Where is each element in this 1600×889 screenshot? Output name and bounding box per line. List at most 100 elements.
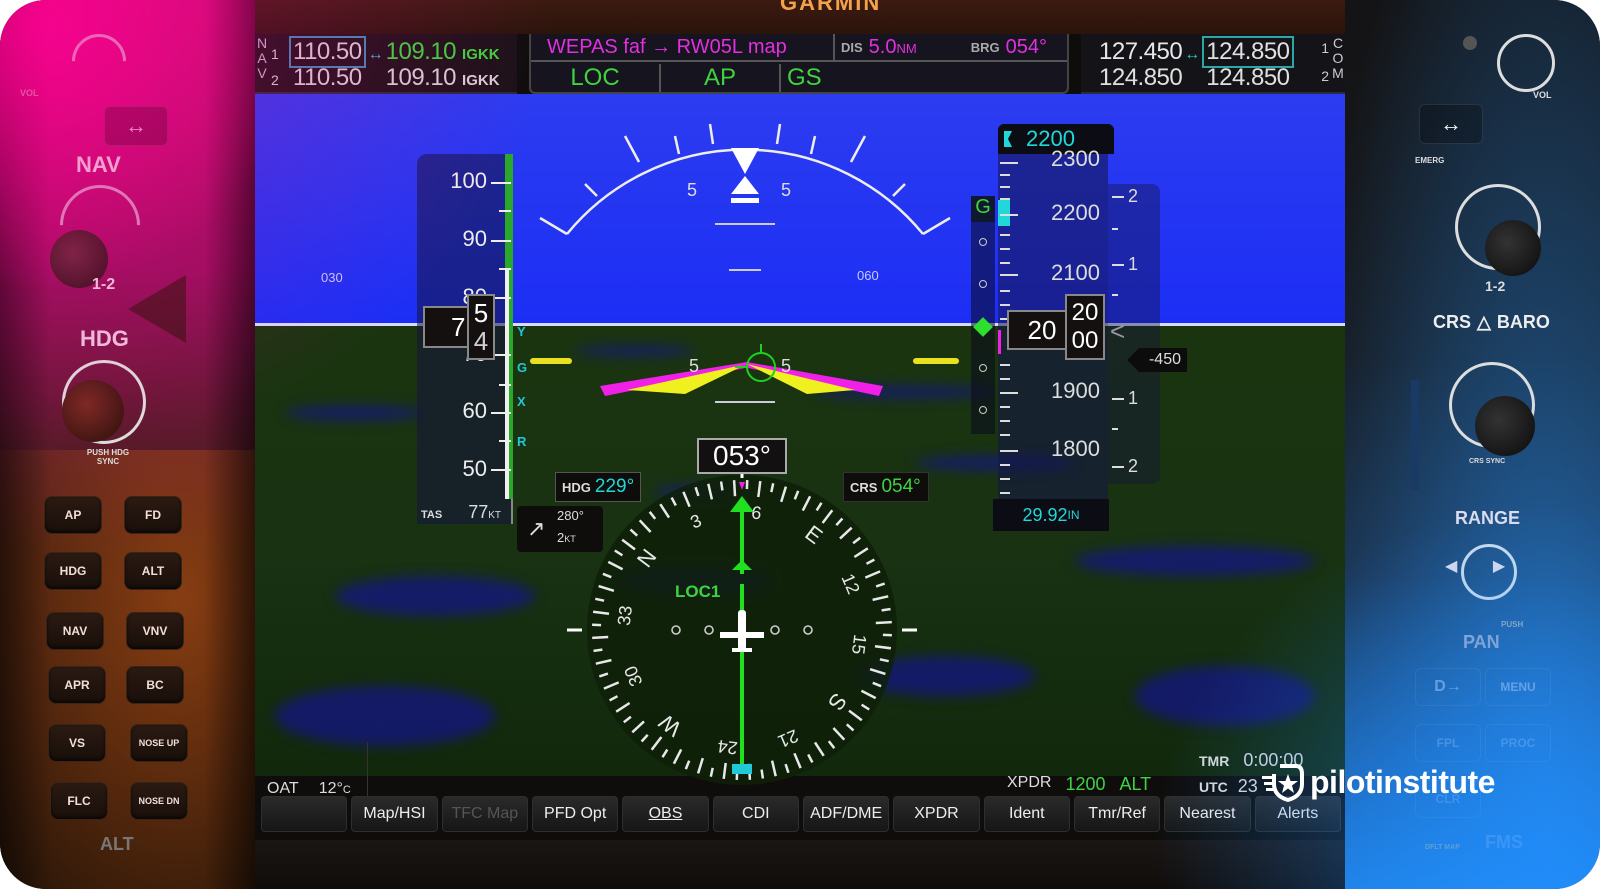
softkey-xpdr[interactable]: XPDR xyxy=(893,796,980,832)
bc-button[interactable]: BC xyxy=(126,666,184,704)
hdg-button[interactable]: HDG xyxy=(44,552,102,590)
apr-button[interactable]: APR xyxy=(48,666,106,704)
pan-label: PAN xyxy=(1463,632,1500,652)
vsi-label: 1 xyxy=(1128,388,1139,408)
crs-baro-icon: △ xyxy=(1477,312,1491,332)
utc-time: UTC 23 xyxy=(1199,776,1258,796)
softkey-blank[interactable] xyxy=(261,796,348,832)
altitude-bug-icon xyxy=(1004,131,1012,147)
compass-label: 33 xyxy=(614,604,636,626)
glideslope-label: G xyxy=(971,196,995,222)
nav-button[interactable]: NAV xyxy=(46,612,104,650)
compass-tick xyxy=(593,648,603,653)
com-tune-knob[interactable] xyxy=(1485,220,1541,276)
course-readout[interactable]: CRS 054° xyxy=(843,472,929,502)
level-ref-right xyxy=(913,358,959,364)
roll-tick-60 xyxy=(539,216,568,236)
altitude-trend-bar xyxy=(998,330,1001,354)
nav-cursor-triangle xyxy=(128,275,186,343)
softkey-tmr-ref[interactable]: Tmr/Ref xyxy=(1073,796,1161,832)
vsi-label: 2 xyxy=(1128,456,1139,476)
vertical-speed-indicator: 2 1 1 2 xyxy=(1108,184,1160,484)
crs-baro-knob[interactable] xyxy=(1475,396,1535,456)
roll-tick-10 xyxy=(708,123,715,145)
ap-button[interactable]: AP xyxy=(44,496,102,534)
autopilot-mode-row: LOC AP GS xyxy=(531,64,1067,92)
nav-volume-knob[interactable] xyxy=(60,22,138,100)
wind-vector-box: ↗ 280° 2KT xyxy=(517,506,603,552)
vs-button[interactable]: VS xyxy=(48,724,106,762)
nav2-active-frequency[interactable]: 110.50 xyxy=(289,64,366,92)
com2-active-frequency[interactable]: 124.850 xyxy=(1099,64,1183,92)
roll-tick-45 xyxy=(892,183,906,197)
shield-star-icon xyxy=(1262,762,1306,803)
heading-bug-readout[interactable]: HDG 229° xyxy=(555,472,641,502)
nav-vol-label: VOL xyxy=(20,88,39,98)
alt-button[interactable]: ALT xyxy=(124,552,182,590)
marker-beacon-r: R xyxy=(517,434,527,449)
com1-active-frequency[interactable]: 127.450 xyxy=(1099,38,1183,66)
nav1-row[interactable]: 1 110.50 ↔ 109.10 IGKK xyxy=(271,36,500,68)
com2-standby-frequency[interactable]: 124.850 xyxy=(1202,64,1293,92)
marker-beacon-x: X xyxy=(517,394,526,409)
vsi-label: 2 xyxy=(1128,186,1139,206)
softkey-pfd-opt[interactable]: PFD Opt xyxy=(531,796,619,832)
airspeed-tape-label: 100 xyxy=(450,168,487,193)
wind-arrow-icon: ↗ xyxy=(527,516,546,541)
transponder-status: XPDR 1200 ALT xyxy=(1007,774,1152,794)
airspeed-tape-label: 60 xyxy=(462,398,487,423)
flc-button[interactable]: FLC xyxy=(50,782,108,820)
altitude-tape-label: 1900 xyxy=(1051,378,1100,403)
softkey-nearest[interactable]: Nearest xyxy=(1164,796,1251,832)
roll-tick-20 xyxy=(673,135,681,155)
direct-to-button[interactable]: D→ xyxy=(1415,668,1481,706)
active-leg: WEPAS faf → RW05L map xyxy=(547,35,787,58)
compass-tick xyxy=(719,481,724,491)
vertical-mode: GS xyxy=(787,64,822,91)
nav-swap-button[interactable]: ↔ xyxy=(104,106,168,146)
com-vol-label: VOL xyxy=(1533,90,1552,100)
compass-tick xyxy=(732,480,737,497)
pilotinstitute-logo: pilotinstitute xyxy=(1262,762,1495,803)
com-swap-button[interactable]: ↔ xyxy=(1419,104,1483,144)
bottom-info-bar: OAT 12°C XPDR 1200 ALT TMR 0:00:00 UTC 23 xyxy=(255,742,1345,797)
softkey-tfc-map[interactable]: TFC Map xyxy=(441,796,528,832)
vertical-speed-pointer: -450 xyxy=(1127,348,1187,372)
vnv-button[interactable]: VNV xyxy=(126,612,184,650)
right-bezel-controls: VOL ↔ EMERG 1-2 CRS △ BARO CRS SYNC RANGE … xyxy=(1345,0,1600,889)
leg-arrow-icon: → xyxy=(651,35,672,58)
nav1-ident: IGKK xyxy=(462,46,500,63)
nav2-row[interactable]: 2 110.50 ↔ 109.10 IGKK xyxy=(271,64,500,92)
g1000-pfd-photo: VOL ↔ NAV 1-2 HDG PUSH HDG SYNC AP FD HD… xyxy=(0,0,1600,889)
proc-button[interactable]: PROC xyxy=(1485,724,1551,762)
softkey-adf-dme[interactable]: ADF/DME xyxy=(802,796,890,832)
navigation-status-bar: WEPAS faf → RW05L map DIS 5.0NM BRG 054°… xyxy=(529,34,1069,94)
fd-button[interactable]: FD xyxy=(124,496,182,534)
photocell xyxy=(1463,36,1477,50)
nav2-standby-frequency[interactable]: 109.10 xyxy=(386,64,457,92)
nav1-standby-frequency[interactable]: 109.10 xyxy=(386,38,457,66)
nav-knob-label: NAV xyxy=(76,152,121,177)
menu-button[interactable]: MENU xyxy=(1485,668,1551,706)
softkey-map-hsi[interactable]: Map/HSI xyxy=(351,796,438,832)
com1-row[interactable]: 127.450 ↔ 124.850 xyxy=(1099,36,1294,68)
glideslope-scale xyxy=(971,222,995,434)
fpl-button[interactable]: FPL xyxy=(1415,724,1481,762)
barometric-setting[interactable]: 29.92 IN xyxy=(993,499,1109,531)
com2-row[interactable]: 124.850 ↔ 124.850 xyxy=(1099,64,1294,92)
altitude-tape-label: 2100 xyxy=(1051,260,1100,285)
marker-beacon-y: Y xyxy=(517,324,526,339)
softkey-ident[interactable]: Ident xyxy=(983,796,1070,832)
compass-label: 15 xyxy=(848,633,870,655)
swap-arrows-icon: ↔ xyxy=(125,113,147,138)
dflt-map-label: DFLT MAP xyxy=(1425,844,1460,851)
softkey-bar: Map/HSI TFC Map PFD Opt OBS CDI ADF/DME XPDR Id… xyxy=(261,796,1341,832)
softkey-obs[interactable]: OBS xyxy=(622,796,709,832)
hdg-knob[interactable] xyxy=(62,380,124,442)
nose-dn-button[interactable]: NOSE DN xyxy=(130,782,188,820)
airspeed-tape-label: 90 xyxy=(462,226,487,251)
fms-label: FMS xyxy=(1485,832,1523,852)
softkey-cdi[interactable]: CDI xyxy=(712,796,799,832)
com-volume-knob[interactable] xyxy=(1484,21,1568,105)
nose-up-button[interactable]: NOSE UP xyxy=(130,724,188,762)
